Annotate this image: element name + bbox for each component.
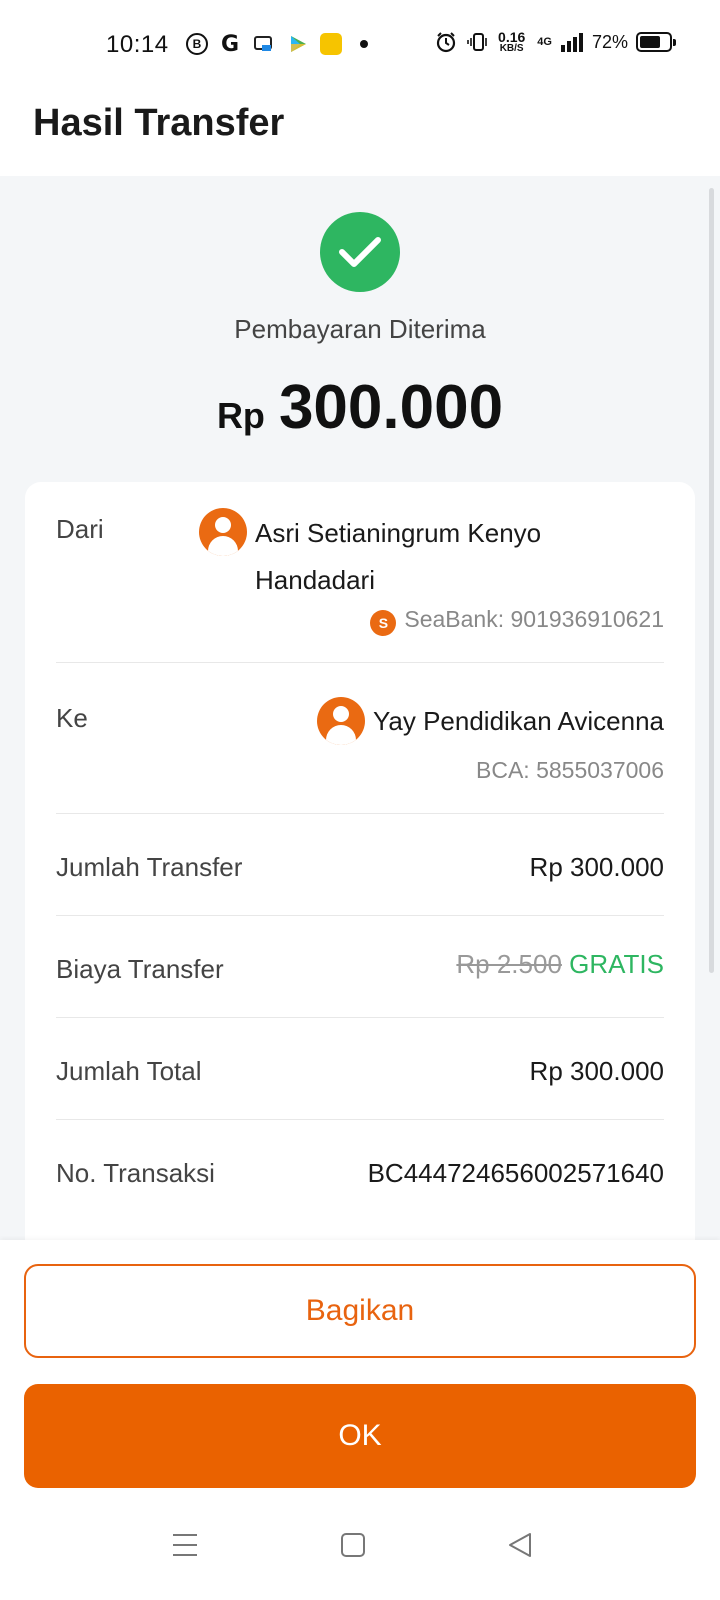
system-navbar: [0, 1495, 720, 1600]
payment-status: Pembayaran Diterima: [234, 314, 486, 344]
fee-value: Rp 2.500 GRATIS: [456, 949, 664, 980]
scrollbar[interactable]: [709, 188, 714, 973]
ok-button[interactable]: OK: [24, 1384, 696, 1488]
g-icon: G: [220, 31, 240, 57]
total-row: Jumlah Total Rp 300.000: [56, 1018, 664, 1119]
signal-icon: [560, 30, 584, 54]
sender-name-line2: Handadari: [255, 565, 375, 595]
amount-currency: Rp: [216, 395, 265, 436]
transaction-id: BC444724656002571640: [367, 1158, 664, 1188]
transfer-amount: Rp 300.000: [0, 372, 720, 443]
result-content[interactable]: Pembayaran Diterima Rp 300.000 Dari Asri …: [0, 176, 720, 1240]
app-header: Hasil Transfer: [0, 90, 720, 176]
transfer-amount-label: Jumlah Transfer: [56, 852, 243, 882]
sender-account: S SeaBank: 901936910621: [370, 606, 664, 636]
recipient-account: BCA: 5855037006: [476, 757, 664, 783]
recipient-avatar-icon: [316, 697, 365, 745]
total-value: Rp 300.000: [529, 1056, 664, 1086]
app-yellow-icon: [320, 33, 342, 55]
details-card: Dari Asri Setianingrum Kenyo Handadari S…: [25, 482, 695, 1240]
share-button[interactable]: Bagikan: [24, 1264, 696, 1358]
from-label: Dari: [56, 514, 104, 544]
seabank-icon: S: [370, 609, 397, 636]
transfer-amount-row: Jumlah Transfer Rp 300.000: [56, 814, 664, 915]
status-time: 10:14: [106, 31, 169, 58]
success-check-icon: [320, 212, 400, 292]
transaction-label: No. Transaksi: [56, 1158, 215, 1188]
total-label: Jumlah Total: [56, 1056, 202, 1086]
battery-icon: [636, 32, 676, 52]
sender-avatar-icon: [199, 508, 247, 556]
fee-row: Biaya Transfer Rp 2.500 GRATIS: [56, 916, 664, 1017]
play-icon: [286, 32, 310, 56]
system-icons: 0.16 KB/S 4G 72%: [434, 29, 676, 54]
notification-icons: B G: [186, 31, 368, 57]
net-speed: 0.16 KB/S: [498, 29, 526, 54]
page-title: Hasil Transfer: [33, 102, 285, 144]
menu-icon[interactable]: [165, 1525, 205, 1565]
recipient-name: Yay Pendidikan Avicenna: [372, 705, 664, 736]
vibrate-icon: [466, 30, 490, 54]
wps-icon: [252, 32, 276, 56]
transaction-row: No. Transaksi BC444724656002571640: [56, 1120, 664, 1221]
home-icon[interactable]: [333, 1525, 373, 1565]
fee-free-badge: GRATIS: [569, 949, 664, 979]
from-row: Dari Asri Setianingrum Kenyo Handadari S…: [56, 482, 664, 662]
b-circle-icon: B: [186, 33, 208, 55]
fee-original: Rp 2.500: [456, 949, 562, 979]
back-icon[interactable]: [500, 1525, 540, 1565]
dot-icon: [360, 40, 368, 48]
alarm-icon: [434, 30, 458, 54]
sender-name-line1: Asri Setianingrum Kenyo: [255, 518, 542, 548]
network-type: 4G: [537, 36, 552, 48]
to-label: Ke: [56, 703, 88, 733]
battery-percent: 72%: [591, 31, 628, 52]
to-row: Ke Yay Pendidikan Avicenna BCA: 58550370…: [56, 663, 664, 813]
recipient: Yay Pendidikan Avicenna: [316, 697, 664, 745]
fee-label: Biaya Transfer: [56, 954, 224, 984]
amount-value: 300.000: [278, 373, 504, 442]
transfer-amount-value: Rp 300.000: [529, 852, 664, 882]
status-bar: 10:14 B G 0.16 KB/S 4G 72%: [0, 0, 720, 90]
action-bar: Bagikan OK: [0, 1240, 720, 1495]
